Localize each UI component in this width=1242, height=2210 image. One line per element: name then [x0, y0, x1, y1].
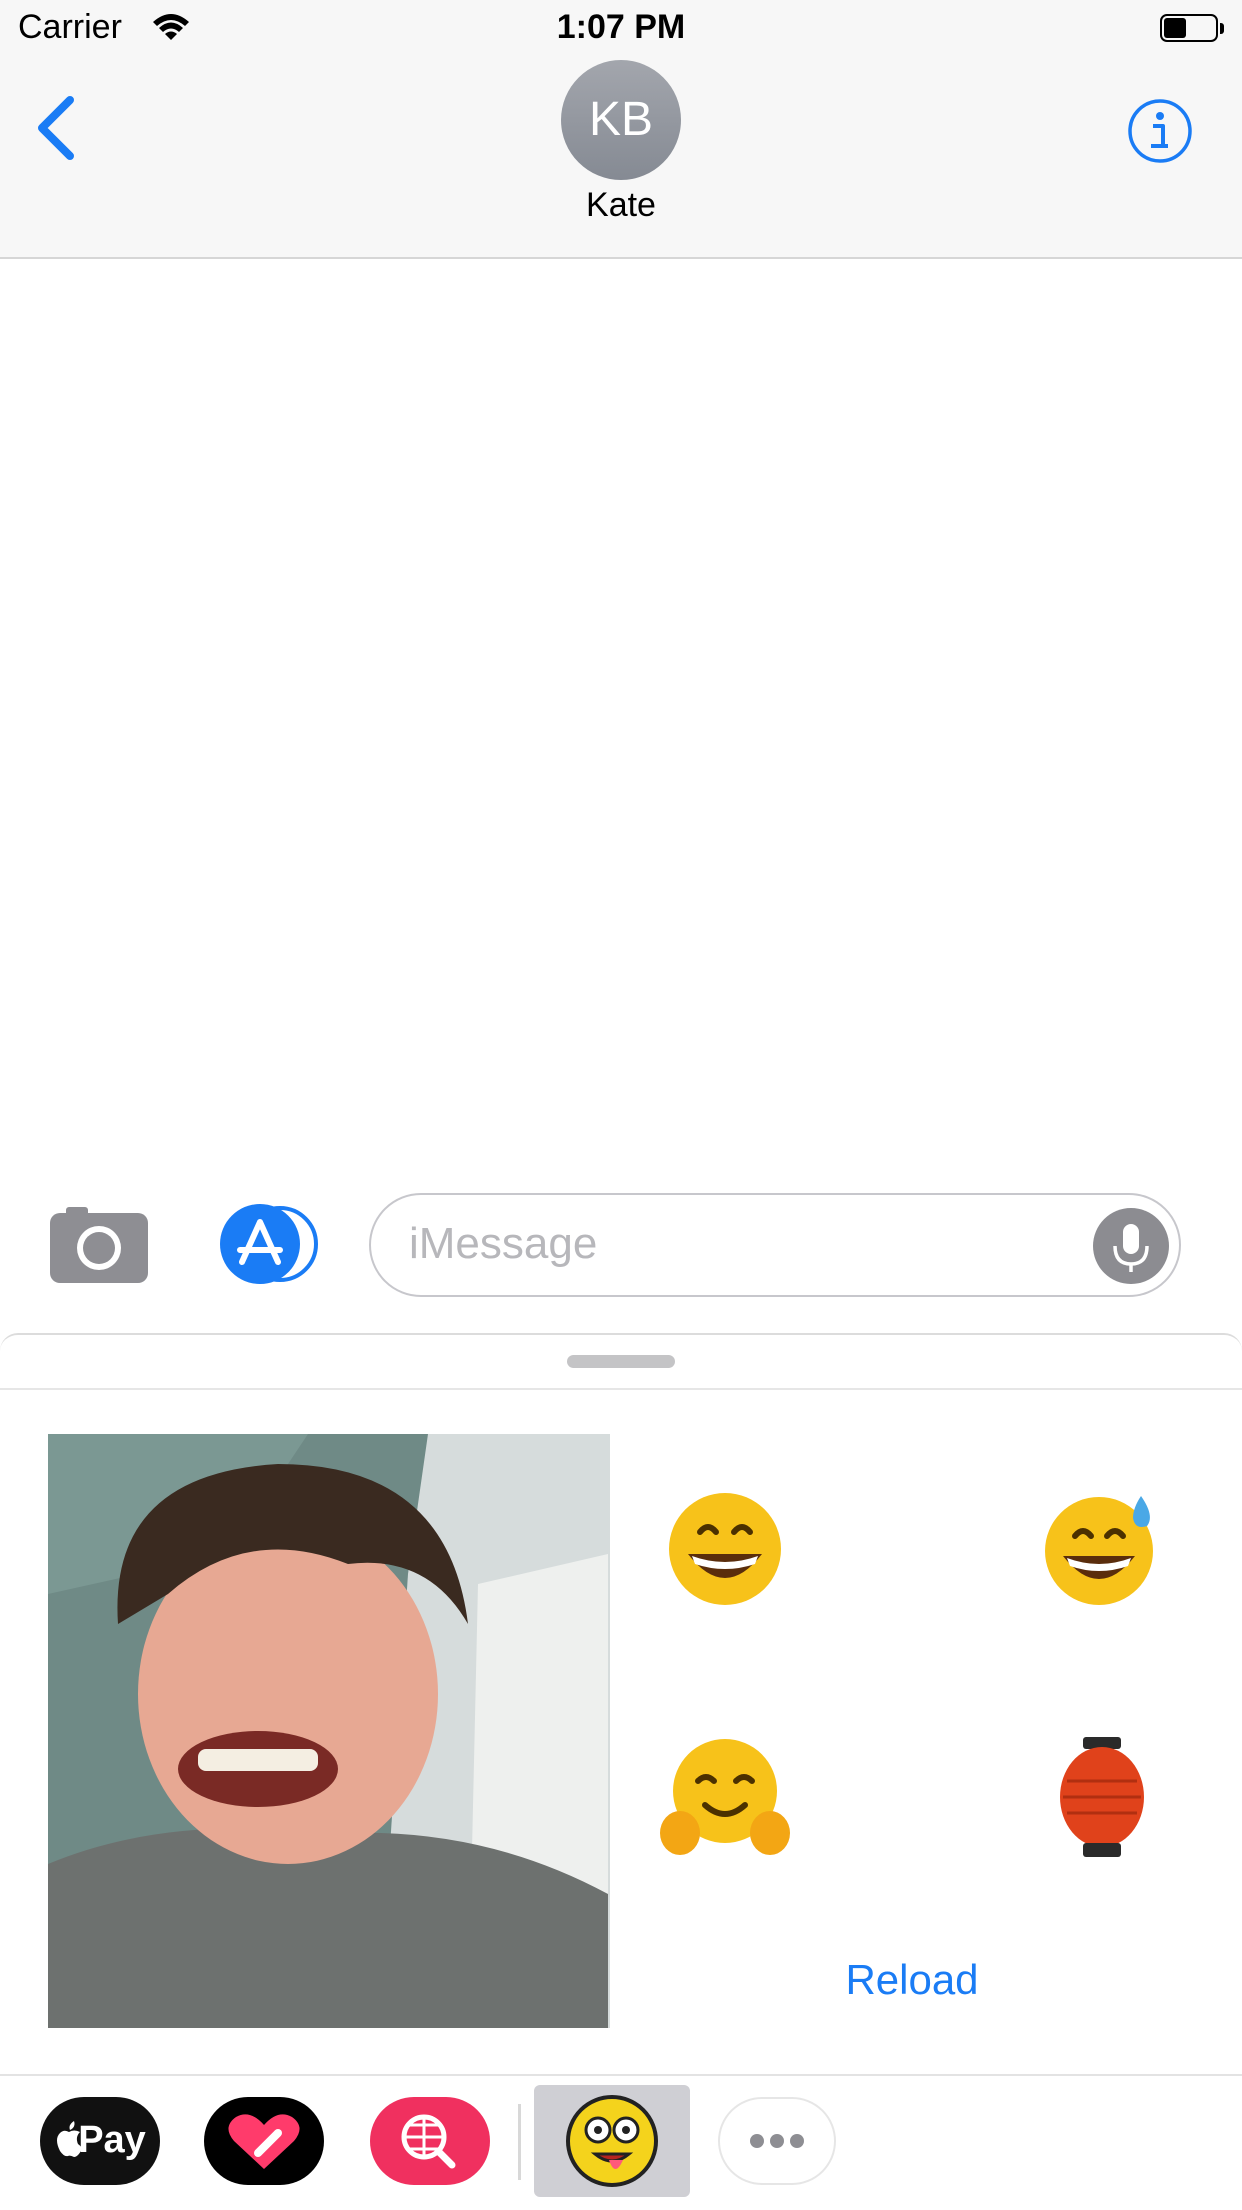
- drawer-grabber[interactable]: [567, 1355, 675, 1368]
- drawer-divider: [0, 1388, 1242, 1390]
- microphone-icon[interactable]: [1093, 1208, 1169, 1284]
- apple-pay-label: Pay: [78, 2119, 146, 2161]
- app-tray-divider: [0, 2074, 1242, 2076]
- clock: 1:07 PM: [556, 8, 686, 46]
- apple-pay-app[interactable]: Pay: [40, 2097, 160, 2185]
- reload-button[interactable]: Reload: [780, 1956, 1044, 2004]
- digital-touch-app[interactable]: [204, 2097, 324, 2185]
- magnifier-globe-icon: [401, 2114, 456, 2169]
- grinning-face-sticker[interactable]: [660, 1484, 790, 1614]
- back-chevron-icon[interactable]: [26, 92, 86, 164]
- grinning-face-with-sweat-sticker[interactable]: [1037, 1484, 1167, 1614]
- contact-name[interactable]: Kate: [0, 186, 1242, 225]
- heart-icon: [228, 2114, 300, 2169]
- message-input-placeholder: iMessage: [409, 1219, 598, 1268]
- red-paper-lantern-sticker[interactable]: [1037, 1733, 1167, 1863]
- camera-icon[interactable]: [50, 1205, 148, 1283]
- contact-avatar[interactable]: KB: [561, 60, 681, 180]
- emoji-stickers-app-icon[interactable]: [565, 2094, 659, 2188]
- message-input[interactable]: iMessage: [369, 1193, 1181, 1297]
- info-icon[interactable]: [1127, 98, 1193, 164]
- tray-separator: [518, 2104, 521, 2180]
- images-search-app[interactable]: [370, 2097, 490, 2185]
- app-store-icon[interactable]: [210, 1204, 320, 1284]
- more-apps-button[interactable]: [718, 2097, 836, 2185]
- photo-sticker[interactable]: [48, 1434, 610, 2028]
- ellipsis-icon: [750, 2134, 804, 2148]
- hugging-face-sticker[interactable]: [660, 1733, 790, 1863]
- battery-icon: [1160, 14, 1224, 44]
